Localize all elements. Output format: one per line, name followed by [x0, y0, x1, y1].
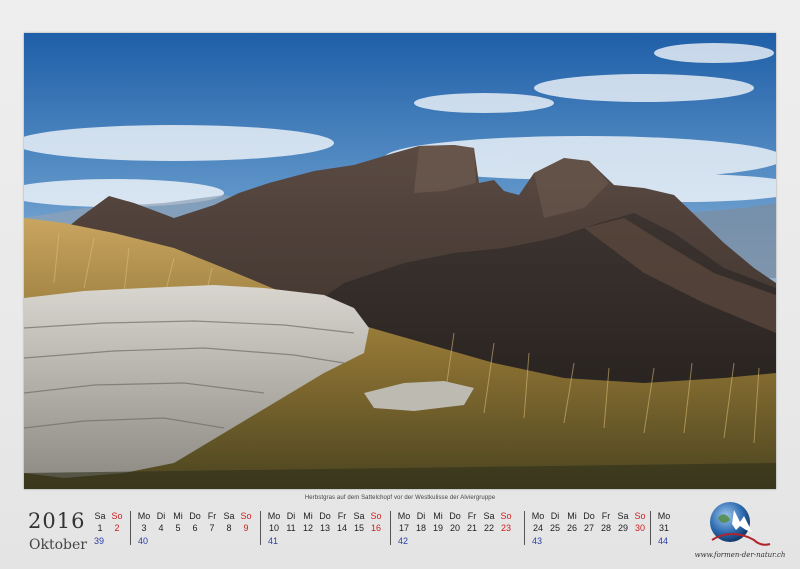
day-name: So [500, 511, 512, 521]
day-date: 31 [658, 523, 669, 533]
calendar-week: Mo 31 44 [650, 511, 677, 547]
landscape-photo [24, 33, 776, 489]
photo-caption: Herbstgras auf dem Sattelchopf vor der W… [304, 495, 496, 501]
day-name: So [370, 511, 382, 521]
calendar-week: Mo 24 Di 25 Mi 26 Do 27 Fr 28 Sa 29 So 30 43 [524, 511, 653, 547]
day-name: So [111, 511, 123, 521]
week-number: 40 [138, 536, 149, 546]
calendar-year: 2016 [28, 509, 86, 533]
week-divider [390, 511, 391, 545]
week-divider [524, 511, 525, 545]
calendar-month: Oktober [29, 537, 87, 553]
week-number: 43 [532, 536, 543, 546]
day-date: 16 [370, 523, 381, 533]
day-date: 9 [243, 523, 249, 533]
calendar-week: Mo 3 Di 4 Mi 5 Do 6 Fr 7 Sa 8 So 9 40 [130, 511, 259, 547]
day-date: 2 [114, 523, 120, 533]
day-name: So [634, 511, 646, 521]
calendar-week: Mo 10 Di 11 Mi 12 Do 13 Fr 14 Sa 15 So 16 41 [260, 511, 389, 547]
day-date: 30 [634, 523, 645, 533]
day-name: So [240, 511, 252, 521]
week-number: 41 [268, 536, 279, 546]
calendar-week: Mo 17 Di 18 Mi 19 Do 20 Fr 21 Sa 22 So 23 42 [390, 511, 519, 547]
week-divider [650, 511, 651, 545]
week-divider [260, 511, 261, 545]
week-divider [130, 511, 131, 545]
day-date: 23 [500, 523, 511, 533]
website-url: www.formen-der-natur.ch [694, 551, 786, 559]
calendar-page: Herbstgras auf dem Sattelchopf vor der W… [0, 0, 800, 569]
week-number: 44 [658, 536, 669, 546]
calendar-week: Sa 1 So 2 39 [92, 511, 130, 547]
week-number: 39 [94, 536, 105, 546]
day-name: Mo [657, 511, 671, 521]
week-number: 42 [398, 536, 409, 546]
